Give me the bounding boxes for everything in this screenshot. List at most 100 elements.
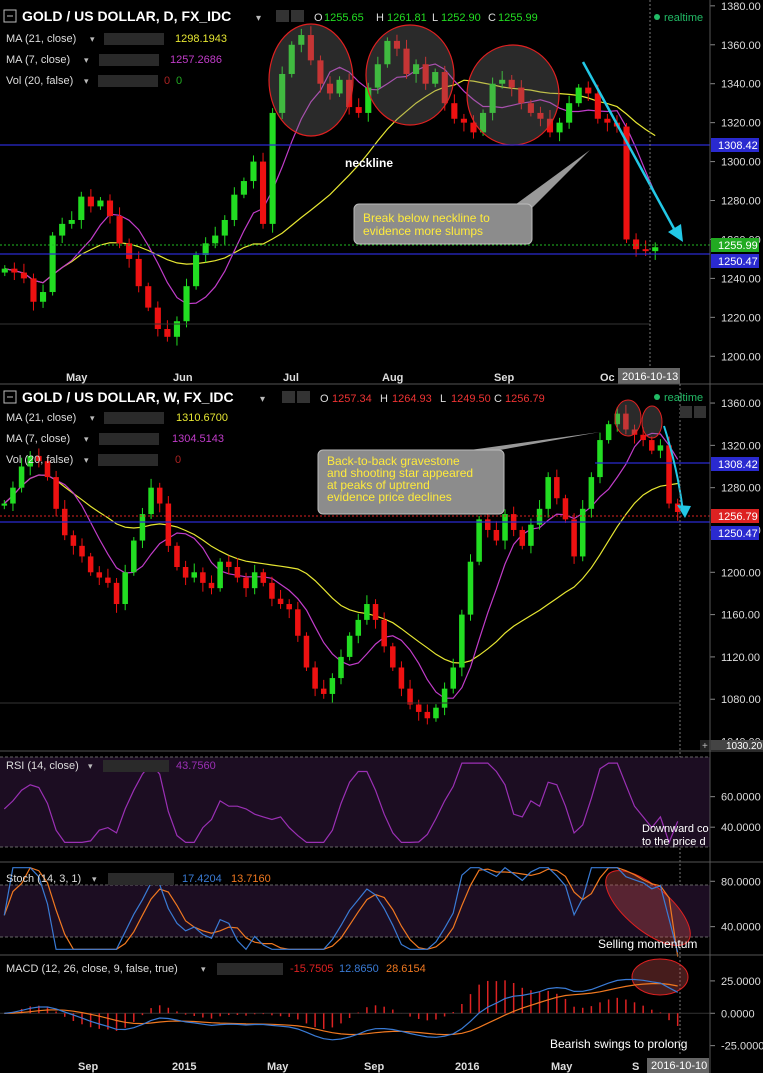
weekly-candle: [433, 707, 439, 719]
stoch-label[interactable]: Stoch (14, 3, 1): [6, 873, 81, 885]
daily-ma21-label[interactable]: MA (21, close): [6, 33, 76, 45]
rsi-label[interactable]: RSI (14, close): [6, 760, 79, 772]
daily-candle: [585, 87, 592, 94]
weekly-vol-label[interactable]: Vol (20, false): [6, 454, 73, 466]
weekly-low-value: 1249.50: [451, 393, 491, 405]
weekly-ma7-tool-icons[interactable]: [99, 433, 159, 445]
daily-realtime-label: realtime: [664, 12, 703, 24]
macd-tool-icons[interactable]: [217, 963, 283, 975]
weekly-candle: [467, 561, 474, 615]
weekly-candle: [441, 688, 448, 708]
daily-candle: [231, 194, 238, 220]
daily-title-dropdown-icon[interactable]: ▾: [256, 13, 261, 24]
daily-price-tick-label: 1300.00: [721, 157, 761, 169]
daily-candle: [87, 196, 94, 207]
weekly-bottom-price-label: 1030.20: [726, 741, 763, 752]
daily-vol-label[interactable]: Vol (20, false): [6, 75, 73, 87]
rsi-tick-label: 40.0000: [721, 822, 761, 834]
weekly-candle: [459, 614, 465, 668]
weekly-candle: [571, 519, 577, 557]
weekly-candle: [122, 572, 128, 605]
weekly-time-tick-label: 2016: [455, 1061, 479, 1073]
daily-price-tick-label: 1280.00: [721, 196, 761, 208]
daily-title[interactable]: GOLD / US DOLLAR, D, FX_IDC: [22, 8, 231, 24]
weekly-title[interactable]: GOLD / US DOLLAR, W, FX_IDC: [22, 389, 234, 405]
rsi-dropdown-icon[interactable]: ▾: [88, 761, 93, 771]
weekly-candle: [148, 487, 154, 515]
chart-canvas: Break below neckline to evidence more slu…: [0, 0, 763, 1073]
weekly-candle: [53, 477, 59, 509]
daily-ma7-tool-icons[interactable]: [99, 54, 159, 66]
macd-tick-label: 25.0000: [721, 976, 761, 988]
weekly-candle: [450, 667, 456, 689]
shoulder-circle-left: [268, 23, 354, 137]
daily-ma21-tool-icons[interactable]: [104, 33, 164, 45]
daily-realtime-dot-icon: [654, 14, 660, 20]
weekly-time-tick-label: Sep: [364, 1061, 384, 1073]
daily-candle: [633, 239, 640, 250]
rsi-value: 43.7560: [176, 760, 216, 772]
weekly-time-tick-label: May: [551, 1061, 573, 1073]
daily-candle: [135, 258, 142, 287]
daily-ma21-dropdown-icon[interactable]: ▾: [90, 34, 95, 44]
daily-candle: [604, 118, 611, 123]
daily-candle: [59, 223, 66, 236]
weekly-vol-tool-icons[interactable]: [98, 454, 158, 466]
stoch-dropdown-icon[interactable]: ▾: [92, 874, 97, 884]
weekly-price-tick-label: 1360.00: [721, 398, 761, 410]
macd-dropdown-icon[interactable]: ▾: [201, 964, 206, 974]
daily-ma7-dropdown-icon[interactable]: ▾: [84, 55, 89, 65]
daily-callout-text: Break below neckline to evidence more slu…: [363, 211, 490, 238]
daily-candle: [116, 216, 123, 244]
weekly-time-tick-label: 2015: [172, 1061, 196, 1073]
weekly-candle: [286, 604, 292, 610]
weekly-vol-value: 0: [175, 454, 181, 466]
daily-ma7-value: 1257.2686: [170, 54, 222, 66]
weekly-ma7-value: 1304.5143: [172, 433, 224, 445]
weekly-price-tick-label: 1160.00: [721, 610, 760, 622]
weekly-scroll-down-icon[interactable]: [680, 406, 692, 418]
weekly-close-pane-icon[interactable]: [694, 406, 706, 418]
daily-low-value: 1252.90: [441, 12, 481, 24]
rsi-pane: 60.0000 40.0000 RSI (14, close) ▾ 43.7560…: [0, 750, 763, 848]
weekly-candle: [407, 688, 413, 705]
weekly-ma7-dropdown-icon[interactable]: ▾: [84, 434, 89, 444]
daily-candle: [39, 292, 47, 302]
weekly-candle: [96, 572, 103, 578]
weekly-ma21-label[interactable]: MA (21, close): [6, 412, 76, 424]
weekly-price-tick-label: 1280.00: [721, 483, 761, 495]
weekly-candle: [597, 440, 603, 478]
daily-price-tick-label: 1320.00: [721, 118, 761, 130]
daily-ma7-label[interactable]: MA (7, close): [6, 54, 70, 66]
daily-price-tick-label: 1240.00: [721, 273, 761, 285]
daily-candle: [240, 181, 247, 195]
weekly-candle: [251, 572, 258, 589]
daily-close-value: 1255.99: [498, 12, 538, 24]
weekly-ma7-label[interactable]: MA (7, close): [6, 433, 70, 445]
daily-candle: [451, 103, 458, 119]
daily-price-tick-label: 1220.00: [721, 312, 761, 324]
daily-candle: [97, 200, 104, 207]
weekly-add-scale-icon[interactable]: +: [702, 741, 708, 752]
weekly-o-label: O: [320, 393, 329, 405]
head-circle: [365, 24, 455, 126]
gravestone-circle: [614, 399, 642, 437]
weekly-vol-dropdown-icon[interactable]: ▾: [84, 455, 89, 465]
daily-vol-tool-icons[interactable]: [98, 75, 158, 87]
rsi-annotation-line1: Downward co: [642, 823, 709, 835]
weekly-candle: [640, 434, 646, 441]
weekly-price-tick-label: 1320.00: [721, 440, 761, 452]
weekly-title-dropdown-icon[interactable]: ▾: [260, 394, 265, 405]
neckline-label: neckline: [345, 156, 393, 170]
macd-tick-label: 0.0000: [721, 1008, 755, 1020]
stoch-tool-icons[interactable]: [108, 873, 174, 885]
weekly-ma21-dropdown-icon[interactable]: ▾: [90, 413, 95, 423]
rsi-tool-icons[interactable]: [103, 760, 169, 772]
daily-vol-dropdown-icon[interactable]: ▾: [84, 76, 89, 86]
weekly-price-tick-label: 1200.00: [721, 567, 761, 579]
weekly-ma21-tool-icons[interactable]: [104, 412, 164, 424]
weekly-candle: [554, 477, 560, 499]
weekly-candle: [226, 561, 232, 567]
macd-label[interactable]: MACD (12, 26, close, 9, false, true): [6, 963, 178, 975]
weekly-candle: [605, 424, 612, 441]
